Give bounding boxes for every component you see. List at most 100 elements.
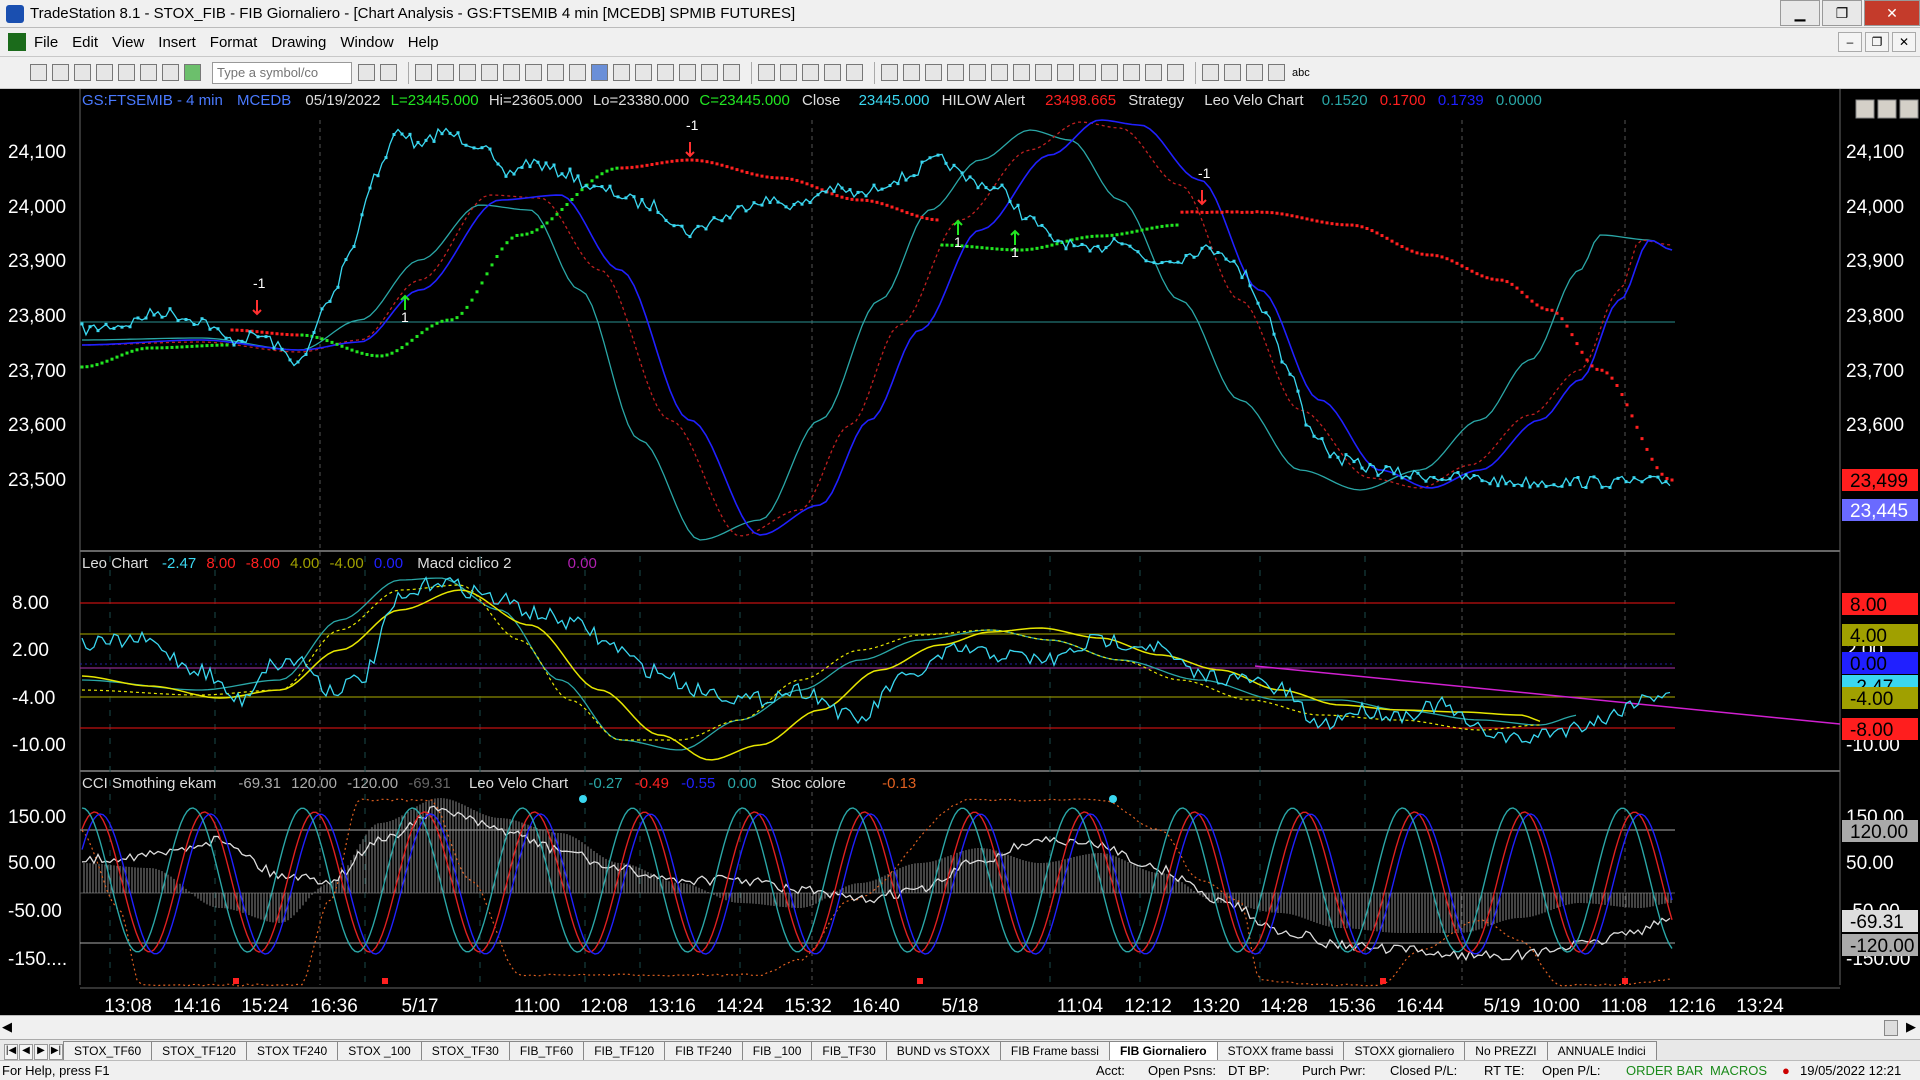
lines-icon[interactable] <box>925 64 942 81</box>
fib-fan-icon[interactable] <box>1079 64 1096 81</box>
time-axis[interactable]: 13:08 14:16 15:24 16:36 5/17 11:00 12:08 13:16 1… <box>104 996 1784 1015</box>
workspace-icon[interactable] <box>118 64 135 81</box>
menu-format[interactable]: Format <box>210 34 258 51</box>
tab-stox-tf240[interactable]: STOX TF240 <box>245 1041 339 1060</box>
tab-fib-giornaliero[interactable]: FIB Giornaliero <box>1108 1041 1218 1060</box>
horizontal-scrollbar[interactable]: ◀ ▶ <box>0 1015 1920 1039</box>
fibonacci-icon[interactable] <box>903 64 920 81</box>
panel-restore-button[interactable] <box>1877 99 1897 119</box>
symbol-input[interactable] <box>212 61 352 84</box>
price-axis-left[interactable]: 24,100 24,000 23,900 23,800 23,700 23,600 23,5… <box>8 142 66 491</box>
crosshair-icon[interactable] <box>780 64 797 81</box>
portfolio-icon[interactable] <box>525 64 542 81</box>
tab-no-prezzi[interactable]: No PREZZI <box>1464 1041 1548 1060</box>
print-icon[interactable] <box>96 64 113 81</box>
tab-next-icon[interactable]: ▶ <box>34 1044 48 1060</box>
trendline-icon[interactable] <box>881 64 898 81</box>
scroll-right-arrow-icon[interactable]: ▶ <box>1906 1019 1916 1035</box>
menu-drawing[interactable]: Drawing <box>271 34 326 51</box>
go-arrow-icon[interactable] <box>358 64 375 81</box>
chart-analysis-icon[interactable] <box>415 64 432 81</box>
cci-axis-left[interactable]: 150.00 50.00 -50.00 -150.... <box>8 807 67 970</box>
rectangle-icon[interactable] <box>1268 64 1285 81</box>
tab-stox-tf120[interactable]: STOX_TF120 <box>151 1041 247 1060</box>
andrews-pitchfork-icon[interactable] <box>1013 64 1030 81</box>
up-arrow-icon[interactable] <box>1224 64 1241 81</box>
optionstation-icon[interactable] <box>481 64 498 81</box>
save-icon[interactable] <box>74 64 91 81</box>
grid-icon[interactable] <box>846 64 863 81</box>
panel-minimize-button[interactable] <box>1855 99 1875 119</box>
tab-stox-tf30[interactable]: STOX_TF30 <box>420 1041 510 1060</box>
mdi-restore-button[interactable]: ❐ <box>1865 32 1889 52</box>
tab-annuale-indici[interactable]: ANNUALE Indici <box>1546 1041 1657 1060</box>
scanner-icon[interactable] <box>503 64 520 81</box>
price-panel[interactable] <box>80 89 1840 551</box>
snap-icon[interactable] <box>824 64 841 81</box>
tab-stoxx-frame-bassi[interactable]: STOXX frame bassi <box>1216 1041 1345 1060</box>
channel-icon[interactable] <box>947 64 964 81</box>
candle-chart-icon[interactable] <box>613 64 630 81</box>
scroll-right-icon[interactable] <box>679 64 696 81</box>
mdi-close-button[interactable]: ✕ <box>1892 32 1916 52</box>
tab-fib-tf240[interactable]: FIB TF240 <box>664 1041 743 1060</box>
panel-close-button[interactable] <box>1899 99 1919 119</box>
freehand-icon[interactable] <box>1167 64 1184 81</box>
pointer-icon[interactable] <box>758 64 775 81</box>
tab-fib-tf120[interactable]: FIB_TF120 <box>583 1041 666 1060</box>
hammer-icon[interactable] <box>802 64 819 81</box>
new-icon[interactable] <box>30 64 47 81</box>
symbol-lookup-icon[interactable] <box>380 64 397 81</box>
time-zones-icon[interactable] <box>1123 64 1140 81</box>
chart-canvas[interactable]: -11-111-1 GS:FTSEMIB - 4 min MCEDB 05/19… <box>0 89 1920 1015</box>
zoom-out-icon[interactable] <box>723 64 740 81</box>
regression-icon[interactable] <box>969 64 986 81</box>
horizontal-line-icon[interactable] <box>1057 64 1074 81</box>
tab-fib-tf60[interactable]: FIB_TF60 <box>508 1041 585 1060</box>
menu-window[interactable]: Window <box>340 34 393 51</box>
tab-first-icon[interactable]: |◀ <box>4 1044 18 1060</box>
menu-edit[interactable]: Edit <box>72 34 98 51</box>
tab-fib-frame-bassi[interactable]: FIB Frame bassi <box>999 1041 1110 1060</box>
scroll-left-arrow-icon[interactable]: ◀ <box>2 1019 12 1035</box>
vertical-line-icon[interactable] <box>1101 64 1118 81</box>
bar-chart-icon[interactable] <box>591 64 608 81</box>
menu-insert[interactable]: Insert <box>158 34 196 51</box>
scrollbar-thumb[interactable] <box>1884 1020 1898 1036</box>
paste-icon[interactable] <box>162 64 179 81</box>
menu-help[interactable]: Help <box>408 34 439 51</box>
chart-analysis-window[interactable]: -1 1 -1 1 1 -1 GS:FTSEMIB - 4 min MCEDB … <box>0 89 1920 1015</box>
menu-file[interactable]: File <box>34 34 58 51</box>
ellipse-icon[interactable] <box>1246 64 1263 81</box>
open-icon[interactable] <box>52 64 69 81</box>
matrix-icon[interactable] <box>459 64 476 81</box>
text-tool-button[interactable]: abc <box>1292 67 1310 79</box>
close-button[interactable]: ✕ <box>1864 0 1920 26</box>
order-bar-button[interactable]: ORDER BAR <box>1626 1063 1703 1078</box>
insert-indicator-icon[interactable] <box>569 64 586 81</box>
tab-stoxx-giornaliero[interactable]: STOXX giornaliero <box>1343 1041 1466 1060</box>
line-chart-icon[interactable] <box>635 64 652 81</box>
tab-stox-tf60[interactable]: STOX_TF60 <box>63 1041 153 1060</box>
leo-chart-axis-left[interactable]: 8.00 2.00 -4.00 -10.00 <box>12 593 66 756</box>
tab-bund-vs-stoxx[interactable]: BUND vs STOXX <box>885 1041 1001 1060</box>
tab-fib-tf30[interactable]: FIB_TF30 <box>811 1041 887 1060</box>
maximize-button[interactable]: ❐ <box>1822 0 1862 26</box>
tab-prev-icon[interactable]: ◀ <box>19 1044 33 1060</box>
down-arrow-icon[interactable] <box>1202 64 1219 81</box>
speed-lines-icon[interactable] <box>991 64 1008 81</box>
mdi-minimize-button[interactable]: – <box>1838 32 1862 52</box>
tab-stox-100[interactable]: STOX _100 <box>337 1041 422 1060</box>
scroll-left-icon[interactable] <box>657 64 674 81</box>
radarscreen-icon[interactable] <box>437 64 454 81</box>
macros-button[interactable]: MACROS <box>1710 1063 1767 1078</box>
format-icon[interactable] <box>547 64 564 81</box>
gann-fan-icon[interactable] <box>1035 64 1052 81</box>
copy-icon[interactable] <box>140 64 157 81</box>
zoom-in-icon[interactable] <box>701 64 718 81</box>
minimize-button[interactable]: ▁ <box>1780 0 1820 26</box>
menu-view[interactable]: View <box>112 34 144 51</box>
tab-fib-100[interactable]: FIB _100 <box>741 1041 813 1060</box>
tab-last-icon[interactable]: ▶| <box>49 1044 63 1060</box>
arc-icon[interactable] <box>1145 64 1162 81</box>
